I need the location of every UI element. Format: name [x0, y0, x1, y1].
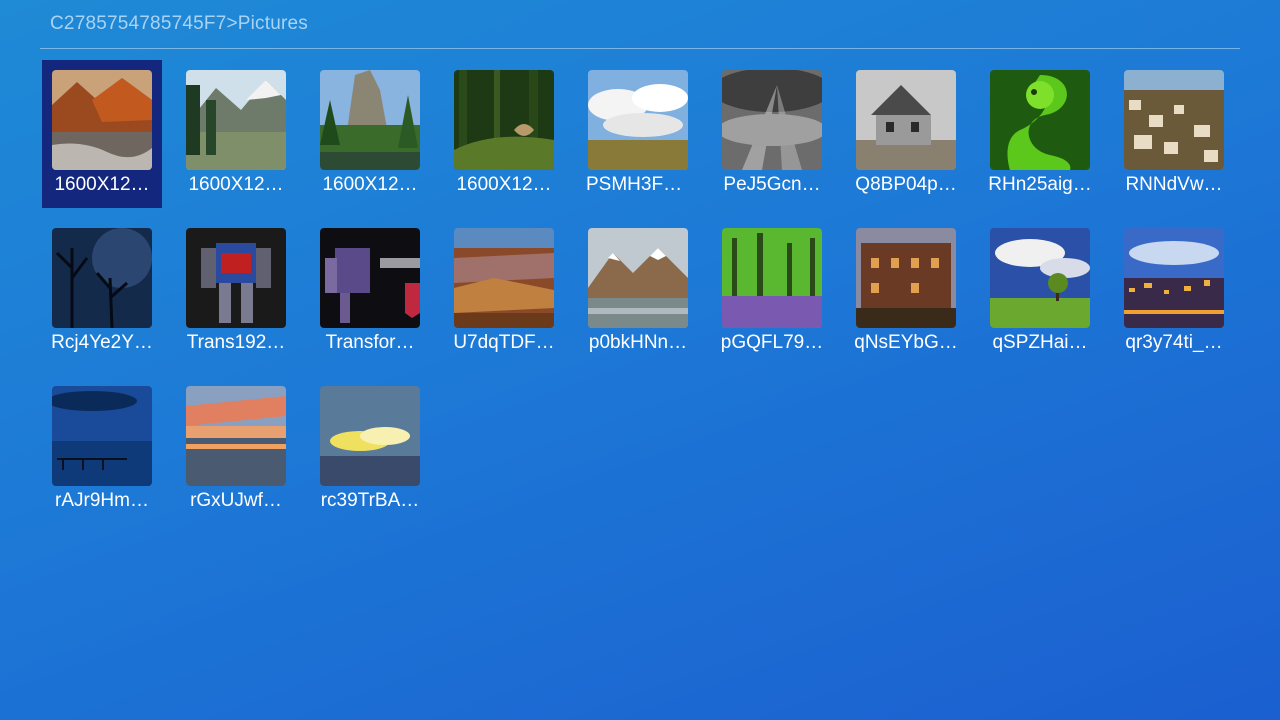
file-tile[interactable]: Transfor…	[310, 218, 430, 366]
file-label: qNsEYbG…	[854, 332, 958, 353]
thumbnail-blue-pier-image	[52, 386, 152, 486]
file-tile[interactable]: qr3y74ti_…	[1114, 218, 1234, 366]
thumbnail-sky-clouds-image	[320, 386, 420, 486]
file-label: qr3y74ti_…	[1125, 332, 1223, 353]
file-label: rGxUJwf…	[190, 490, 282, 511]
thumbnail-old-house-image	[856, 70, 956, 170]
file-label: rAJr9Hm…	[55, 490, 149, 511]
file-tile[interactable]: Trans192…	[176, 218, 296, 366]
thumbnail-forest-snake-image	[454, 70, 554, 170]
file-label: Rcj4Ye2Y…	[51, 332, 153, 353]
file-tile[interactable]: PSMH3FJ…	[578, 60, 698, 208]
file-label: 1600X12…	[456, 174, 552, 195]
file-label: RHn25aig…	[988, 174, 1092, 195]
file-tile[interactable]: qSPZHai…	[980, 218, 1100, 366]
file-tile[interactable]: 1600X12…	[42, 60, 162, 208]
file-label: RNNdVw…	[1125, 174, 1223, 195]
file-label: 1600X12…	[54, 174, 150, 195]
file-label: Q8BP04p…	[855, 174, 957, 195]
thumbnail-sunbeam-clouds-image	[722, 70, 822, 170]
file-label: pGQFL79…	[720, 332, 824, 353]
file-tile[interactable]: 1600X12…	[176, 60, 296, 208]
file-label: PSMH3FJ…	[586, 174, 692, 195]
file-tile[interactable]: qNsEYbG…	[846, 218, 966, 366]
thumbnail-sunset-beach-image	[186, 386, 286, 486]
file-label: rc39TrBA…	[320, 490, 420, 511]
thumbnail-rock-spire-forest-image	[320, 70, 420, 170]
thumbnail-snowy-mountains-image	[588, 228, 688, 328]
file-tile[interactable]: RNNdVw…	[1114, 60, 1234, 208]
thumbnail-lone-tree-image	[990, 228, 1090, 328]
thumbnail-city-night-image	[1124, 228, 1224, 328]
file-label: Trans192…	[186, 332, 286, 353]
thumbnail-hillside-town-image	[1124, 70, 1224, 170]
file-label: p0bkHNn…	[588, 332, 688, 353]
file-tile[interactable]: RHn25aig…	[980, 60, 1100, 208]
file-label: qSPZHai…	[992, 332, 1088, 353]
thumbnail-robot-logo-image	[320, 228, 420, 328]
file-grid: 1600X12… 1600X12… 1600X12… 1600X12… PSMH3FJ……	[42, 60, 1242, 520]
file-tile[interactable]: U7dqTDF…	[444, 218, 564, 366]
file-tile[interactable]: PeJ5Gcn…	[712, 60, 832, 208]
file-label: 1600X12…	[322, 174, 418, 195]
file-tile[interactable]: Q8BP04p…	[846, 60, 966, 208]
thumbnail-night-trees-image	[52, 228, 152, 328]
file-tile[interactable]: 1600X12…	[310, 60, 430, 208]
file-tile[interactable]: 1600X12…	[444, 60, 564, 208]
file-label: PeJ5Gcn…	[723, 174, 821, 195]
file-label: U7dqTDF…	[453, 332, 555, 353]
file-tile[interactable]: rGxUJwf…	[176, 376, 296, 524]
thumbnail-ruined-building-image	[856, 228, 956, 328]
thumbnail-green-snake-image	[990, 70, 1090, 170]
file-tile[interactable]: rAJr9Hm…	[42, 376, 162, 524]
file-tile[interactable]: pGQFL79…	[712, 218, 832, 366]
thumbnail-robot-image	[186, 228, 286, 328]
file-label: 1600X12…	[188, 174, 284, 195]
file-tile[interactable]: Rcj4Ye2Y…	[42, 218, 162, 366]
thumbnail-bluebell-forest-image	[722, 228, 822, 328]
thumbnail-clouds-field-image	[588, 70, 688, 170]
thumbnail-alpine-lake-image	[186, 70, 286, 170]
breadcrumb: C2785754785745F7>Pictures	[50, 13, 308, 34]
thumbnail-canyon-image	[454, 228, 554, 328]
file-tile[interactable]: rc39TrBA…	[310, 376, 430, 524]
file-label: Transfor…	[325, 332, 415, 353]
thumbnail-mountain-lake-image	[52, 70, 152, 170]
file-tile[interactable]: p0bkHNn…	[578, 218, 698, 366]
header-divider	[40, 48, 1240, 49]
